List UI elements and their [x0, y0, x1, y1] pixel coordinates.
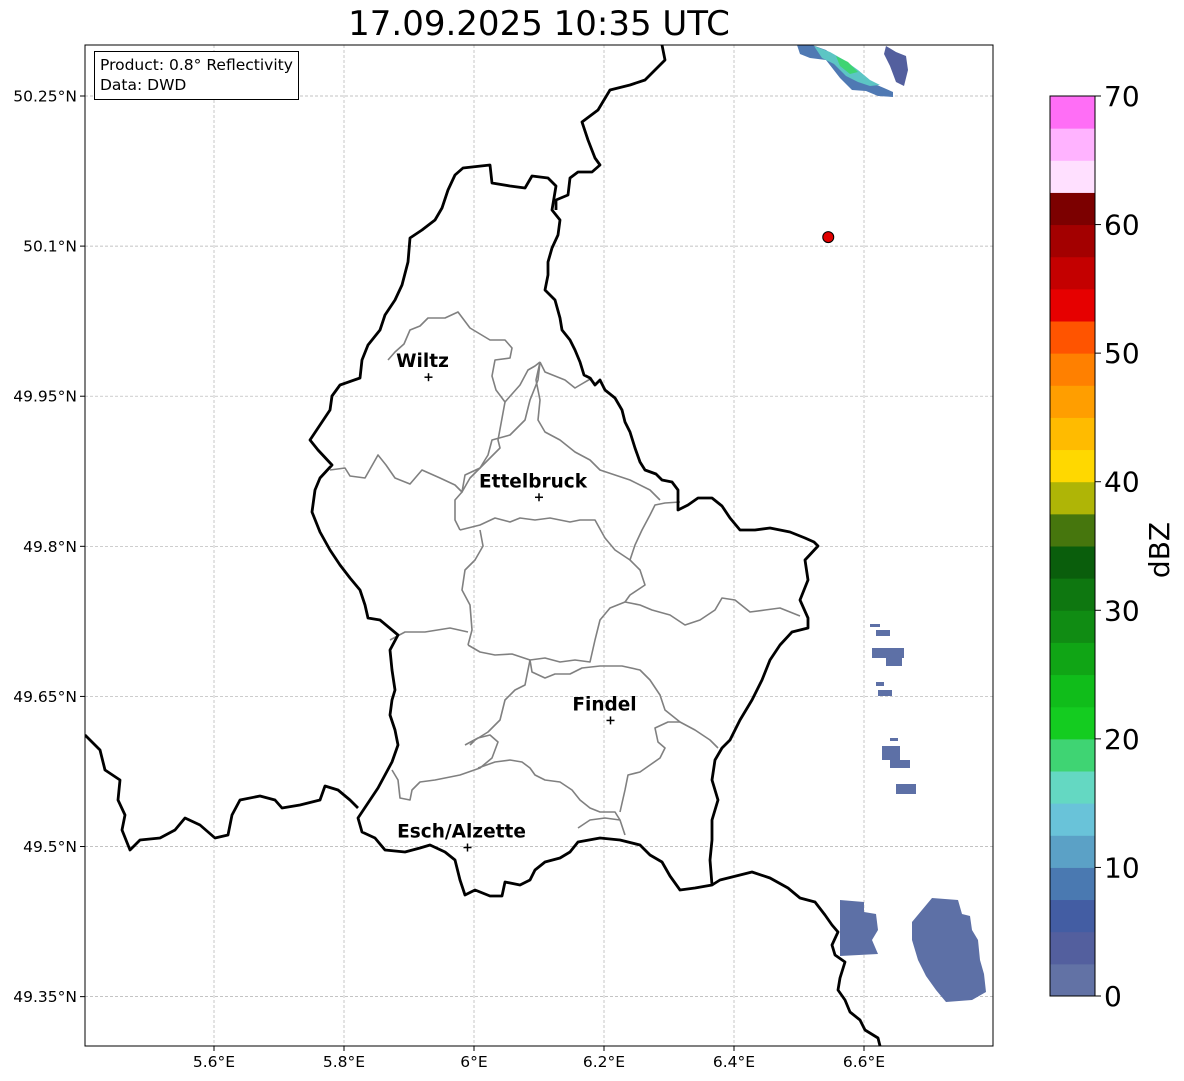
- radar-echo-east-3: [872, 648, 904, 658]
- site-marker: [822, 231, 835, 244]
- colorbar-segment: [1050, 867, 1095, 901]
- canton-border-center-east-2: [624, 559, 646, 603]
- data-source-label: Data: DWD: [100, 76, 187, 94]
- colorbar-segment: [1050, 224, 1095, 258]
- lon-tick-label: 6°E: [460, 1053, 487, 1071]
- graticule: [85, 45, 993, 1046]
- lon-tick-label: 6.4°E: [713, 1053, 755, 1071]
- colorbar-segment: [1050, 417, 1095, 451]
- axis-ticks: 5.6°E 5.8°E 6°E 6.2°E 6.4°E 6.6°E 50.25°N 50.1°…: [13, 88, 885, 1072]
- canton-border-south-central: [391, 734, 499, 801]
- colorbar-segment: [1050, 674, 1095, 708]
- colorbar-segment: [1050, 706, 1095, 740]
- city-label: Ettelbruck: [479, 471, 588, 492]
- colorbar-segment: [1050, 128, 1095, 161]
- radar-echo-east-6: [878, 690, 892, 696]
- lat-tick-label: 50.25°N: [13, 88, 77, 106]
- canton-borders: [329, 311, 801, 836]
- radar-echo-east-10: [896, 784, 916, 794]
- radar-echo-east-1: [870, 624, 880, 627]
- colorbar-segment: [1050, 160, 1095, 193]
- colorbar-tick-label: 20: [1104, 723, 1140, 756]
- colorbar: 0 10 20 30 40 50 60 70: [1049, 80, 1140, 1013]
- radar-echo-east-5: [876, 682, 884, 686]
- city-markers: Wiltz Ettelbruck Findel Esch/Alzette: [396, 351, 637, 852]
- canton-border-mid: [459, 501, 681, 561]
- colorbar-segment: [1050, 449, 1095, 483]
- city-marker: Findel: [572, 694, 637, 725]
- colorbar-tick-label: 50: [1104, 337, 1140, 370]
- city-label: Findel: [572, 694, 636, 715]
- colorbar-title: dBZ: [1143, 522, 1176, 578]
- border-france-belgium: [85, 734, 359, 852]
- colorbar-segment: [1050, 192, 1095, 226]
- radar-echo-southeast-2: [912, 898, 986, 1002]
- border-luxembourg: [308, 163, 820, 898]
- canton-border-south-west: [469, 659, 531, 746]
- colorbar-tick-label: 10: [1104, 851, 1140, 884]
- lat-tick-label: 49.35°N: [13, 988, 77, 1006]
- lat-tick-label: 49.65°N: [13, 688, 77, 706]
- colorbar-segment: [1050, 963, 1095, 997]
- colorbar-tick-label: 60: [1104, 209, 1140, 242]
- border-germany-france: [711, 870, 882, 1046]
- lon-tick-label: 5.8°E: [323, 1053, 365, 1071]
- colorbar-segment: [1050, 835, 1095, 868]
- radar-echo-east-4: [886, 658, 902, 666]
- colorbar-segment: [1050, 385, 1095, 418]
- city-label: Wiltz: [396, 351, 449, 372]
- lat-tick-label: 49.8°N: [23, 538, 77, 556]
- border-germany-north: [554, 45, 667, 210]
- colorbar-segment: [1050, 96, 1095, 129]
- radar-echo-north-east: [884, 46, 908, 86]
- lon-tick-label: 6.2°E: [583, 1053, 625, 1071]
- colorbar-segment: [1050, 578, 1095, 611]
- info-box: Product: 0.8° Reflectivity Data: DWD: [94, 51, 299, 100]
- product-label: Product: 0.8° Reflectivity: [100, 56, 293, 74]
- colorbar-segment: [1050, 481, 1095, 515]
- colorbar-segment: [1050, 353, 1095, 386]
- canton-border-north: [329, 311, 513, 493]
- radar-echo-east-8: [882, 746, 900, 760]
- radar-echoes: [797, 45, 986, 1002]
- radar-echo-southeast-1: [840, 900, 878, 956]
- lon-tick-label: 6.6°E: [843, 1053, 885, 1071]
- city-marker: Esch/Alzette: [397, 822, 526, 852]
- lat-tick-label: 49.95°N: [13, 388, 77, 406]
- colorbar-segment: [1050, 288, 1095, 322]
- canton-border-mid-south: [467, 597, 801, 663]
- colorbar-segment: [1050, 931, 1095, 965]
- radar-echo-east-7: [890, 738, 898, 741]
- colorbar-tick-label: 30: [1104, 594, 1140, 627]
- colorbar-segment: [1050, 771, 1095, 804]
- colorbar-segment: [1050, 642, 1095, 676]
- colorbar-tick-label: 40: [1104, 466, 1140, 499]
- canton-border-esch-east: [619, 721, 680, 813]
- colorbar-segment: [1050, 899, 1095, 933]
- colorbar-segment: [1050, 738, 1095, 772]
- colorbar-segment: [1050, 610, 1095, 643]
- colorbar-segment: [1050, 321, 1095, 354]
- canton-border-center-west: [454, 361, 541, 531]
- lat-tick-label: 50.1°N: [23, 238, 77, 256]
- colorbar-segment: [1050, 803, 1095, 836]
- radar-map: WiltzEttelbruckFindelEsch/Alzette 5.6°E 5…: [13, 44, 1176, 1072]
- radar-echo-east-9: [890, 760, 910, 768]
- colorbar-tick-label: 70: [1104, 80, 1140, 113]
- city-marker: Ettelbruck: [479, 471, 588, 502]
- radar-echo-east-2: [876, 630, 890, 636]
- colorbar-segment: [1050, 513, 1095, 547]
- colorbar-segment: [1050, 256, 1095, 290]
- canton-border-southwest: [389, 627, 469, 641]
- city-marker: Wiltz: [396, 351, 449, 382]
- canton-border-mid-west: [461, 529, 484, 646]
- lat-tick-label: 49.5°N: [23, 838, 77, 856]
- canton-border-esch-south: [577, 817, 621, 829]
- colorbar-tick-label: 0: [1104, 980, 1122, 1013]
- lon-tick-label: 5.6°E: [193, 1053, 235, 1071]
- colorbar-segment: [1050, 546, 1095, 579]
- map-frame: [84, 44, 994, 1047]
- city-label: Esch/Alzette: [397, 822, 526, 843]
